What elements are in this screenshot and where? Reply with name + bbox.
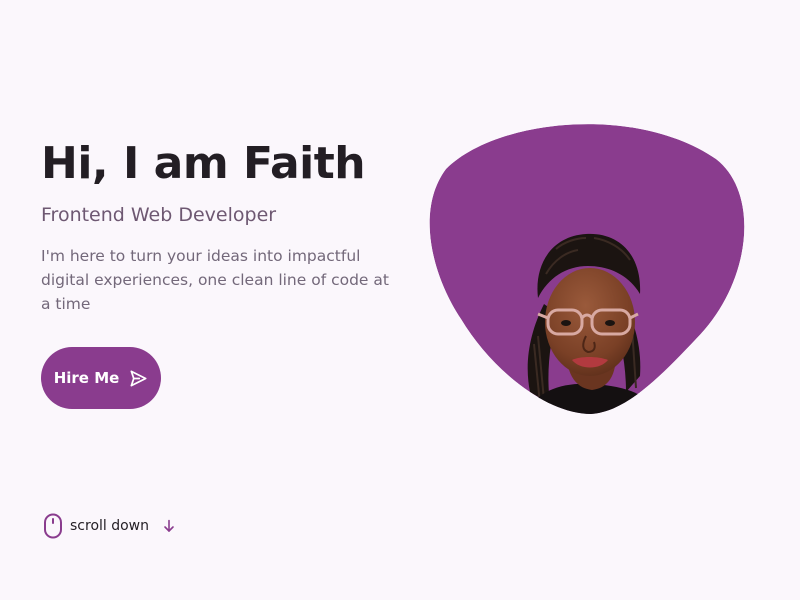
hero-description: I'm here to turn your ideas into impactf…	[41, 247, 389, 313]
hero-section: Hi, I am Faith Frontend Web Developer I'…	[41, 138, 401, 316]
profile-blob	[426, 114, 750, 414]
scroll-down-link[interactable]: scroll down	[43, 513, 175, 539]
send-icon	[129, 369, 148, 388]
hero-subtitle: Frontend Web Developer	[41, 204, 277, 226]
arrow-down-icon	[163, 519, 175, 533]
hire-me-label: Hire Me	[53, 369, 120, 387]
mouse-icon	[43, 513, 63, 539]
hire-me-button[interactable]: Hire Me	[41, 347, 161, 409]
profile-photo	[429, 124, 745, 414]
scroll-down-label: scroll down	[70, 518, 150, 534]
hero-title: Hi, I am Faith	[41, 138, 366, 189]
